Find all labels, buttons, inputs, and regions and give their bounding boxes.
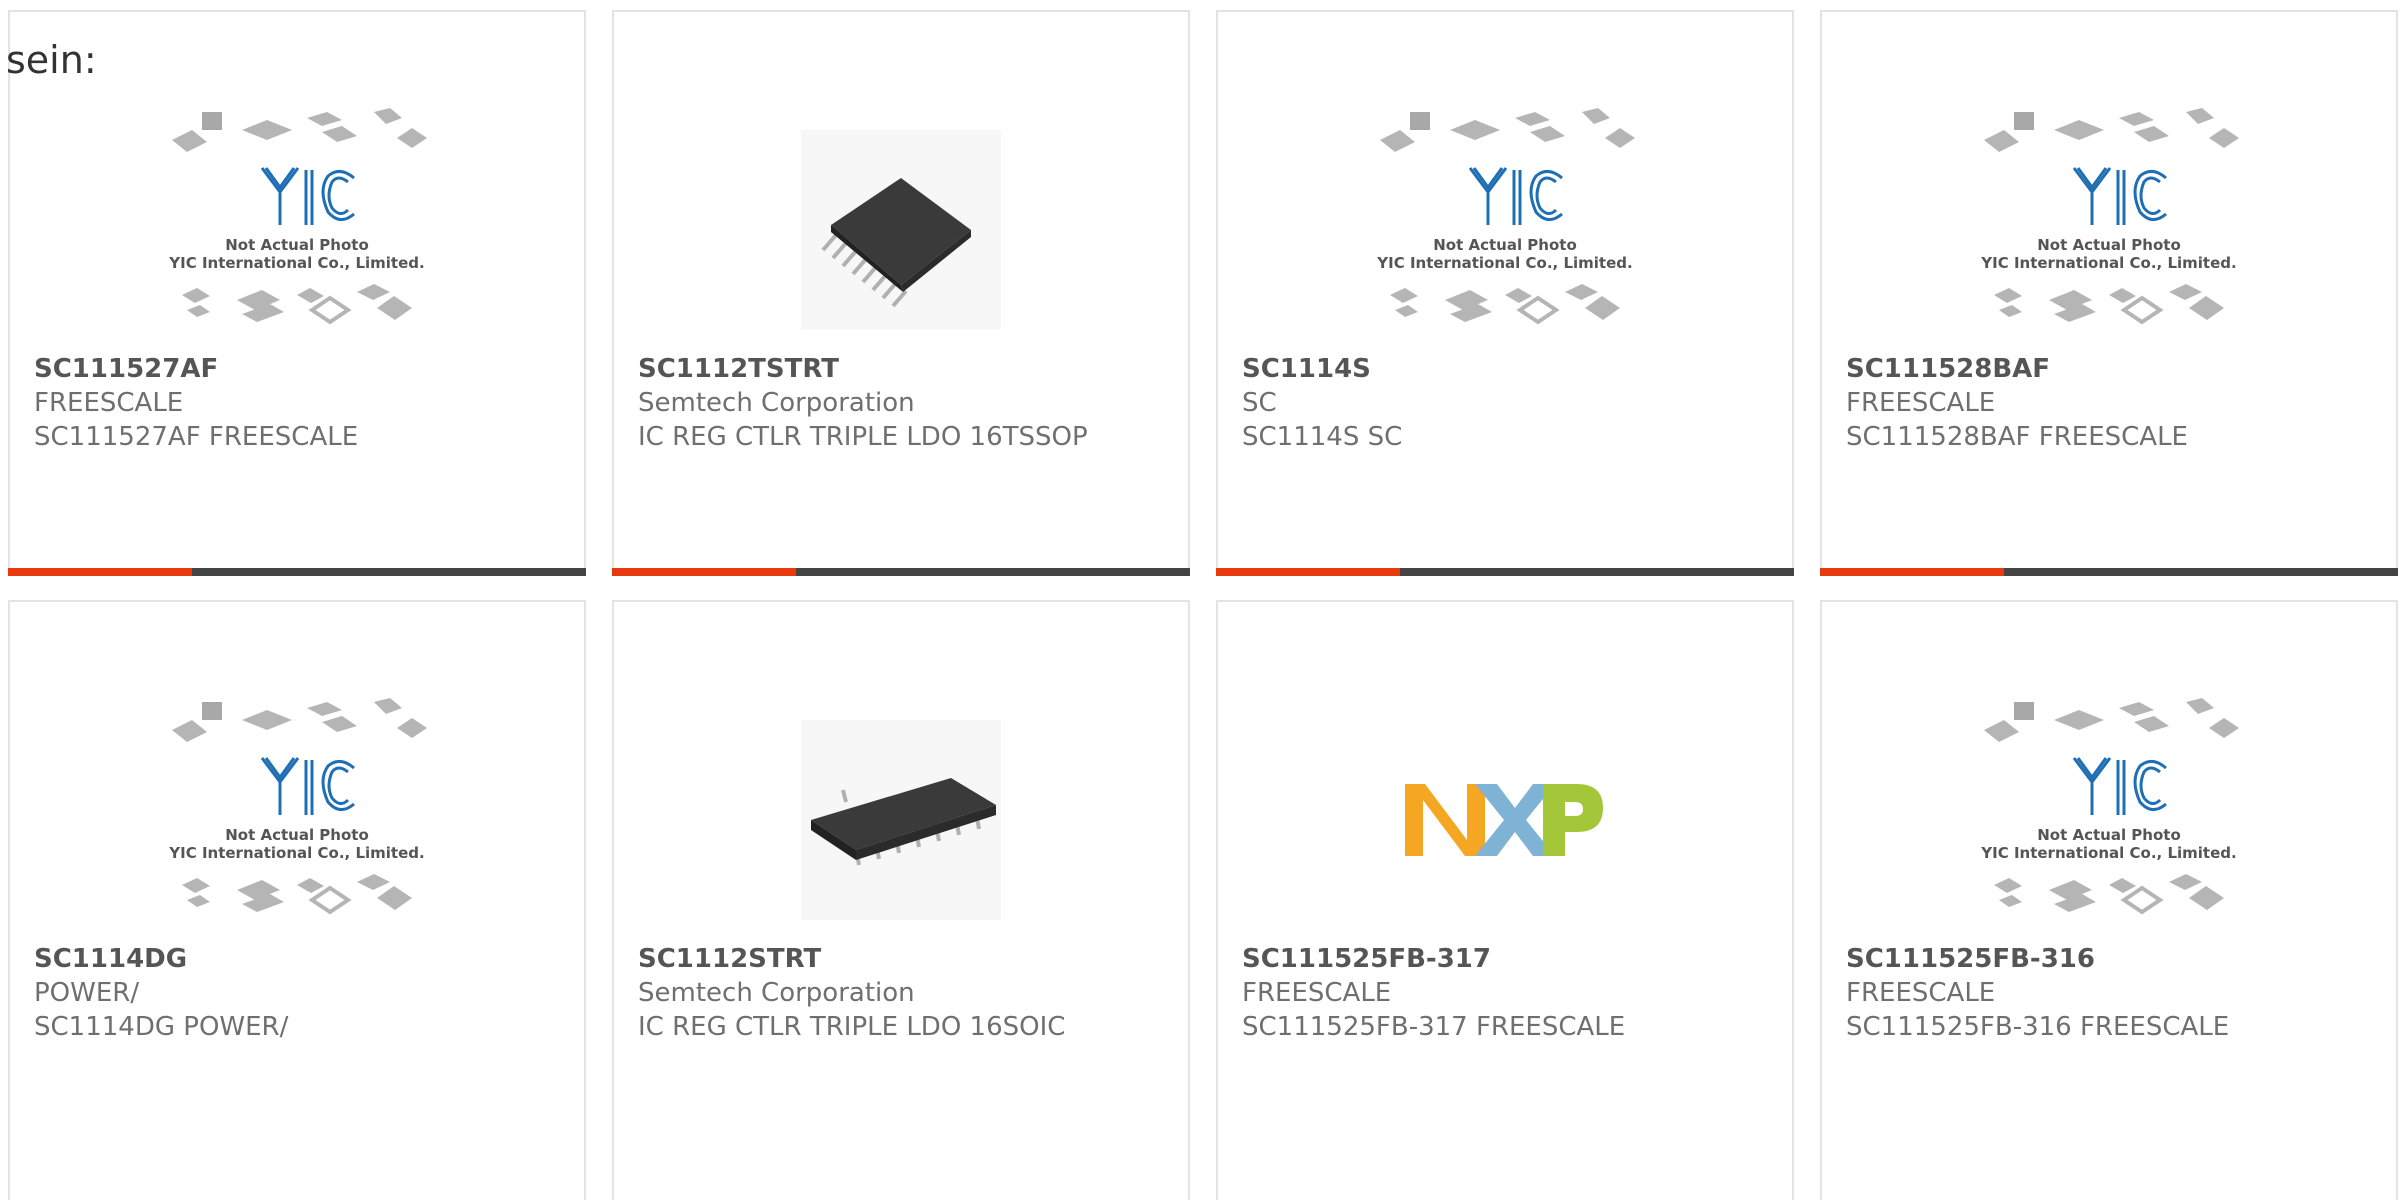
product-info: SC111525FB-317 FREESCALE SC111525FB-317 … [1242, 942, 1768, 1044]
manufacturer: POWER/ [34, 978, 140, 1008]
product-grid: Not Actual Photo YIC International Co., … [8, 10, 2400, 1200]
product-info: SC111527AF FREESCALE SC111527AF FREESCAL… [34, 352, 560, 454]
yic-placeholder-image: Not Actual Photo YIC International Co., … [162, 690, 432, 950]
placeholder-line1: Not Actual Photo [2037, 236, 2181, 254]
part-number[interactable]: SC1112TSTRT [638, 352, 1164, 386]
description: SC111527AF FREESCALE [34, 422, 359, 452]
manufacturer: SC [1242, 388, 1277, 418]
placeholder-line2: YIC International Co., Limited. [168, 844, 424, 862]
card-footer-accent [1820, 568, 2004, 576]
product-info: SC111528BAF FREESCALE SC111528BAF FREESC… [1846, 352, 2372, 454]
manufacturer: FREESCALE [34, 388, 184, 418]
manufacturer: FREESCALE [1846, 388, 1996, 418]
product-card[interactable]: Not Actual Photo YIC International Co., … [8, 600, 586, 1200]
product-info: SC1112STRT Semtech Corporation IC REG CT… [638, 942, 1164, 1044]
soic-chip-image [766, 690, 1036, 950]
product-card[interactable]: SC1112TSTRT Semtech Corporation IC REG C… [612, 10, 1190, 576]
part-number[interactable]: SC1112STRT [638, 942, 1164, 976]
card-footer-bar [1216, 568, 1794, 576]
manufacturer: FREESCALE [1242, 978, 1392, 1008]
card-footer-accent [612, 568, 796, 576]
card-footer-accent [8, 568, 192, 576]
product-info: SC1112TSTRT Semtech Corporation IC REG C… [638, 352, 1164, 454]
part-number[interactable]: SC111528BAF [1846, 352, 2372, 386]
manufacturer: Semtech Corporation [638, 388, 915, 418]
part-number[interactable]: SC111525FB-317 [1242, 942, 1768, 976]
card-footer-bar [1820, 568, 2398, 576]
description: SC1114S SC [1242, 422, 1403, 452]
manufacturer: Semtech Corporation [638, 978, 915, 1008]
nxp-logo [1370, 690, 1640, 950]
placeholder-line2: YIC International Co., Limited. [1980, 254, 2236, 272]
product-info: SC111525FB-316 FREESCALE SC111525FB-316 … [1846, 942, 2372, 1044]
stray-text: sein: [6, 38, 97, 82]
product-card[interactable]: SC111525FB-317 FREESCALE SC111525FB-317 … [1216, 600, 1794, 1200]
placeholder-line1: Not Actual Photo [225, 236, 369, 254]
part-number[interactable]: SC1114S [1242, 352, 1768, 386]
yic-placeholder-image: Not Actual Photo YIC International Co., … [1370, 100, 1640, 360]
product-card[interactable]: Not Actual Photo YIC International Co., … [1820, 600, 2398, 1200]
placeholder-line2: YIC International Co., Limited. [168, 254, 424, 272]
product-card[interactable]: Not Actual Photo YIC International Co., … [8, 10, 586, 576]
manufacturer: FREESCALE [1846, 978, 1996, 1008]
card-footer-bar [8, 568, 586, 576]
placeholder-line2: YIC International Co., Limited. [1376, 254, 1632, 272]
product-card[interactable]: SC1112STRT Semtech Corporation IC REG CT… [612, 600, 1190, 1200]
description: SC111528BAF FREESCALE [1846, 422, 2188, 452]
description: IC REG CTLR TRIPLE LDO 16TSSOP [638, 422, 1088, 452]
card-footer-bar [612, 568, 1190, 576]
placeholder-line2: YIC International Co., Limited. [1980, 844, 2236, 862]
part-number[interactable]: SC111527AF [34, 352, 560, 386]
part-number[interactable]: SC111525FB-316 [1846, 942, 2372, 976]
product-info: SC1114DG POWER/ SC1114DG POWER/ [34, 942, 560, 1044]
product-card[interactable]: Not Actual Photo YIC International Co., … [1820, 10, 2398, 576]
placeholder-line1: Not Actual Photo [1433, 236, 1577, 254]
description: SC111525FB-317 FREESCALE [1242, 1012, 1626, 1042]
product-card[interactable]: Not Actual Photo YIC International Co., … [1216, 10, 1794, 576]
placeholder-line1: Not Actual Photo [2037, 826, 2181, 844]
description: SC111525FB-316 FREESCALE [1846, 1012, 2230, 1042]
tssop-chip-image [766, 100, 1036, 360]
placeholder-line1: Not Actual Photo [225, 826, 369, 844]
description: SC1114DG POWER/ [34, 1012, 289, 1042]
yic-placeholder-image: Not Actual Photo YIC International Co., … [162, 100, 432, 360]
part-number[interactable]: SC1114DG [34, 942, 560, 976]
description: IC REG CTLR TRIPLE LDO 16SOIC [638, 1012, 1066, 1042]
product-info: SC1114S SC SC1114S SC [1242, 352, 1768, 454]
card-footer-accent [1216, 568, 1400, 576]
yic-placeholder-image: Not Actual Photo YIC International Co., … [1974, 100, 2244, 360]
yic-placeholder-image: Not Actual Photo YIC International Co., … [1974, 690, 2244, 950]
